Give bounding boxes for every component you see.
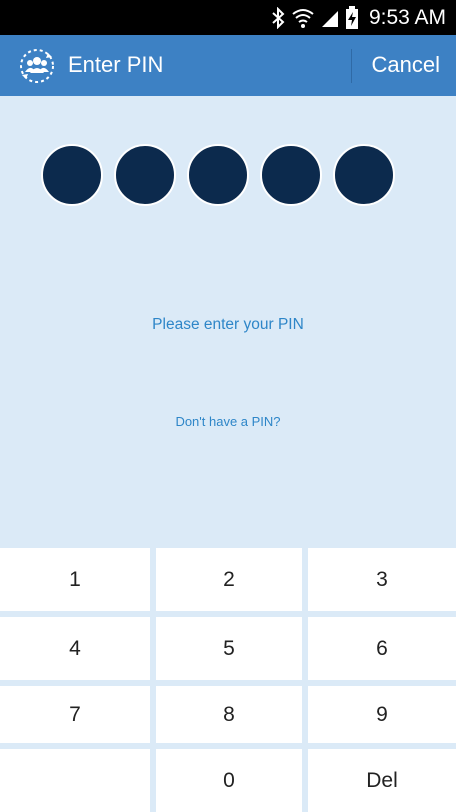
keypad: 1 2 3 4 5 6 7 8 9 0 Del: [0, 548, 456, 812]
no-pin-link[interactable]: Don't have a PIN?: [0, 414, 456, 429]
key-1[interactable]: 1: [0, 548, 150, 611]
app-bar: Enter PIN Cancel: [0, 35, 456, 96]
key-7[interactable]: 7: [0, 686, 150, 743]
pin-prompt: Please enter your PIN: [152, 316, 304, 333]
status-icons: 9:53 AM: [271, 0, 446, 35]
key-blank: [0, 749, 150, 812]
people-sync-icon: [19, 48, 55, 84]
key-4[interactable]: 4: [0, 617, 150, 680]
key-0[interactable]: 0: [156, 749, 302, 812]
bluetooth-icon: [271, 6, 285, 29]
pin-dot: [260, 144, 322, 206]
pin-area: Please enter your PIN Don't have a PIN?: [0, 96, 456, 548]
pin-dot: [114, 144, 176, 206]
signal-icon: [321, 7, 339, 29]
key-3[interactable]: 3: [308, 548, 456, 611]
key-2[interactable]: 2: [156, 548, 302, 611]
pin-dot: [187, 144, 249, 206]
status-time: 9:53 AM: [368, 5, 446, 29]
pin-dot: [333, 144, 395, 206]
cancel-button[interactable]: Cancel: [372, 52, 440, 78]
key-9[interactable]: 9: [308, 686, 456, 743]
page-title: Enter PIN: [68, 52, 164, 77]
battery-charging-icon: [345, 5, 359, 30]
pin-dot: [41, 144, 103, 206]
status-bar: 9:53 AM: [0, 0, 456, 35]
key-6[interactable]: 6: [308, 617, 456, 680]
delete-key[interactable]: Del: [308, 749, 456, 812]
wifi-icon: [291, 7, 315, 29]
key-8[interactable]: 8: [156, 686, 302, 743]
pin-dots: [41, 144, 395, 206]
app-bar-divider: [351, 49, 352, 83]
key-5[interactable]: 5: [156, 617, 302, 680]
